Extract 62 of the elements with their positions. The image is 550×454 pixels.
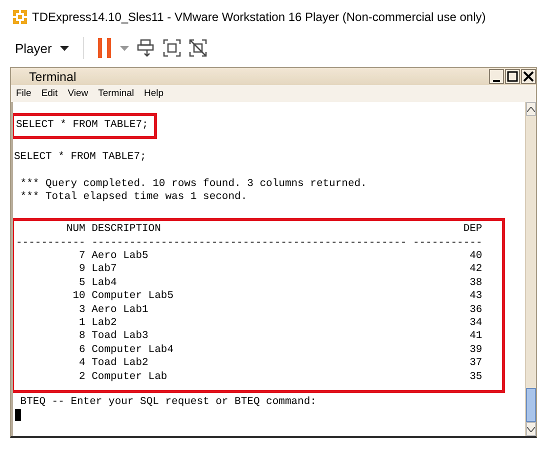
- table-cell-text: 5: [78, 276, 86, 290]
- dash-rule: --------------------------------------------------: [92, 236, 407, 250]
- close-button[interactable]: [521, 69, 536, 84]
- table-cell-text: 36: [468, 304, 482, 318]
- table-cell-text: 35: [468, 370, 482, 384]
- table-cell-text: 39: [468, 344, 482, 358]
- terminal-title: Terminal: [29, 70, 76, 84]
- table-cell-text: 42: [468, 263, 482, 277]
- table-cell-text: 40: [468, 250, 482, 264]
- column-header: DEP: [462, 223, 482, 237]
- table-cell-text: 37: [468, 357, 482, 371]
- table-cell-text: Computer Lab5: [92, 290, 175, 304]
- table-cell-text: 41: [468, 330, 482, 344]
- table-cell-text: 7: [78, 250, 86, 264]
- table-cell-text: 1: [78, 317, 86, 330]
- scrollbar[interactable]: [525, 102, 536, 436]
- menu-item[interactable]: Edit: [41, 88, 58, 99]
- column-header: NUM: [65, 223, 86, 237]
- command-line: SELECT * FROM TABLE7;: [16, 119, 148, 133]
- maximize-button[interactable]: [505, 69, 520, 84]
- menu-item[interactable]: Terminal: [98, 88, 134, 99]
- table-cell-text: Toad Lab2: [92, 357, 150, 371]
- table-cell-text: 8: [78, 330, 86, 344]
- table-cell-text: Aero Lab1: [92, 304, 150, 317]
- scroll-thumb[interactable]: [526, 388, 536, 422]
- menu-item[interactable]: View: [68, 88, 88, 99]
- window-title: TDExpress14.10_Sles11 - VMware Workstation 16 Player (Non-commercial use only): [32, 10, 486, 24]
- output-message: *** Query completed. 10 rows found. 3 columns returned.: [19, 178, 368, 191]
- table-cell-text: 9: [78, 263, 86, 277]
- menu-item[interactable]: Help: [144, 88, 164, 99]
- dash-rule: -----------: [412, 236, 482, 250]
- table-cell-text: 43: [468, 290, 482, 304]
- table-cell-text: 34: [468, 317, 482, 330]
- fullscreen-icon[interactable]: [162, 39, 181, 57]
- column-header: DESCRIPTION: [92, 223, 162, 237]
- vmware-logo-icon: [12, 9, 28, 25]
- table-cell-text: 4: [78, 357, 86, 371]
- table-cell-text: Aero Lab5: [92, 250, 150, 263]
- prompt-line: BTEQ -- Enter your SQL request or BTEQ command:: [19, 396, 318, 410]
- table-cell-text: Lab4: [92, 276, 118, 290]
- dash-rule: -----------: [16, 236, 86, 250]
- table-cell-text: 6: [78, 344, 86, 358]
- table-cell-text: Computer Lab4: [92, 344, 175, 357]
- text-cursor: [15, 409, 21, 422]
- table-cell-text: 3: [78, 304, 86, 318]
- table-cell-text: 38: [468, 276, 482, 290]
- table-cell-text: 2: [78, 370, 86, 384]
- minimize-button[interactable]: [489, 69, 504, 84]
- unity-off-icon[interactable]: [188, 39, 207, 57]
- send-keys-icon[interactable]: [136, 39, 155, 57]
- output-message: *** Total elapsed time was 1 second.: [19, 191, 248, 205]
- table-cell-text: Computer Lab: [92, 370, 168, 384]
- minimize-icon: [493, 80, 500, 82]
- table-cell-text: Toad Lab3: [92, 330, 150, 344]
- table-cell-text: 10: [72, 290, 86, 304]
- dropdown-caret-icon[interactable]: [60, 46, 69, 50]
- menu-item[interactable]: File: [16, 88, 32, 99]
- table-cell-text: Lab7: [92, 263, 118, 277]
- pause-icon[interactable]: [98, 38, 112, 58]
- command-line: SELECT * FROM TABLE7;: [14, 151, 148, 165]
- player-menu[interactable]: Player: [15, 40, 52, 56]
- table-cell-text: Lab2: [92, 317, 118, 330]
